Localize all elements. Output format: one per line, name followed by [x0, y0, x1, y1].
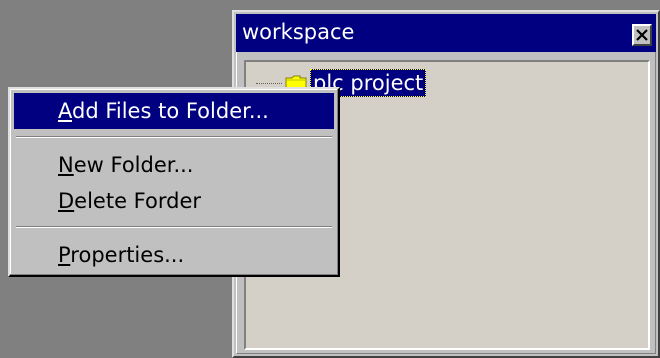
tree-connector-line — [256, 82, 282, 84]
close-x-icon — [636, 29, 648, 41]
context-menu: Add Files to Folder... New Folder... Del… — [8, 87, 340, 277]
menu-item-label: ew Folder... — [73, 153, 194, 177]
menu-separator — [16, 136, 332, 138]
window-titlebar[interactable]: workspace — [236, 14, 656, 52]
menu-item-mnemonic: N — [58, 153, 74, 177]
menu-item-mnemonic: P — [58, 243, 71, 267]
menu-item-label: elete Forder — [74, 189, 202, 213]
menu-item-new-folder[interactable]: New Folder... — [14, 147, 334, 183]
menu-item-add-files-to-folder[interactable]: Add Files to Folder... — [14, 93, 334, 129]
window-title: workspace — [242, 20, 355, 44]
menu-separator — [16, 226, 332, 228]
menu-item-label: dd Files to Folder... — [72, 99, 269, 123]
close-button[interactable] — [632, 24, 652, 46]
menu-item-properties[interactable]: Properties... — [14, 237, 334, 273]
menu-item-mnemonic: A — [58, 99, 72, 123]
menu-item-label: roperties... — [70, 243, 185, 267]
menu-item-delete-forder[interactable]: Delete Forder — [14, 183, 334, 219]
menu-item-mnemonic: D — [58, 189, 75, 213]
